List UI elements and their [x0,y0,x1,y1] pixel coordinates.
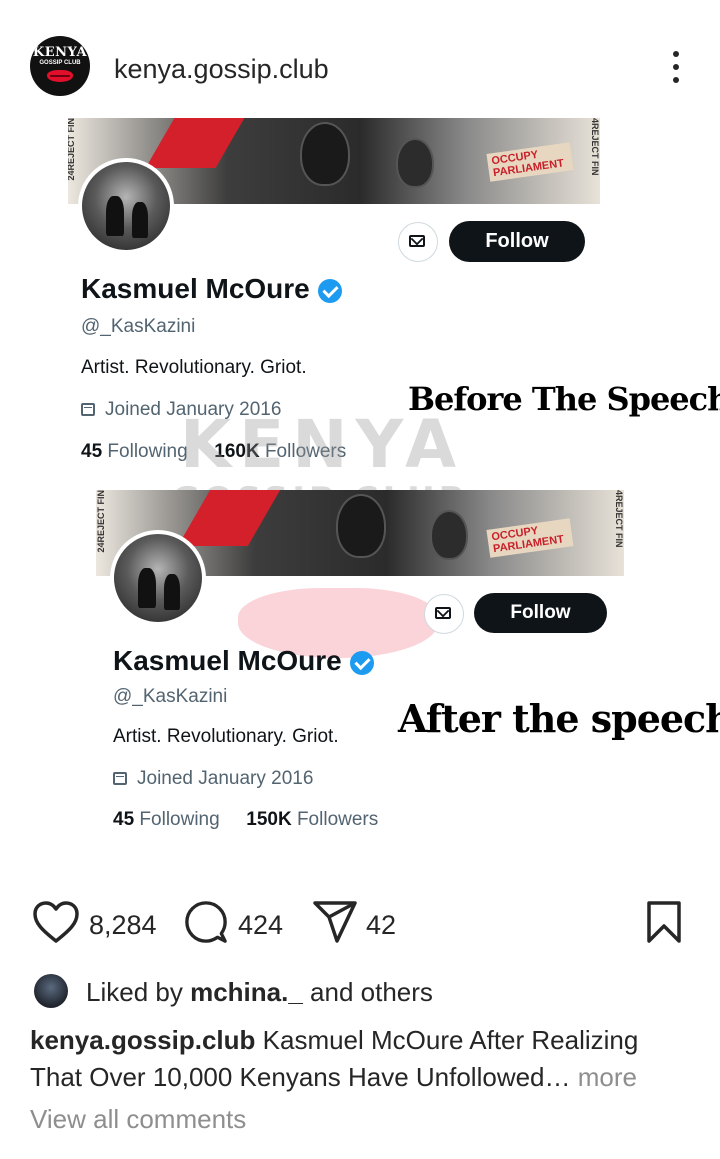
message-icon[interactable] [424,594,464,634]
profile-photo-before [78,158,174,254]
follow-stats: 45 Following 150K Followers [113,809,378,831]
share-icon[interactable] [312,900,358,944]
logo-text: KENYA [32,45,88,60]
banner-side-text: 4REJECT FIN [614,490,624,548]
logo-subtext: GOSSIP CLUB [39,60,81,66]
follow-button[interactable]: Follow [449,221,585,262]
share-count[interactable]: 42 [366,910,396,941]
account-username[interactable]: kenya.gossip.club [114,54,329,85]
bookmark-icon[interactable] [646,900,682,944]
following-label: Following [139,809,220,830]
post-actions: 8,284 424 42 [0,880,720,970]
verified-badge-icon [317,278,342,303]
followers-label: Followers [296,809,379,830]
display-name: Kasmuel McOure [113,645,374,677]
display-name-text: Kasmuel McOure [113,645,342,676]
comment-count[interactable]: 424 [238,910,283,941]
post-header: KENYA GOSSIP CLUB kenya.gossip.club [0,0,720,119]
banner-side-text: 24REJECT FIN [96,490,106,553]
display-name: Kasmuel McOure [81,273,342,305]
liker-avatar[interactable] [34,974,68,1008]
following-count: 45 [113,809,135,830]
liked-by-text: Liked by mchina._ and others [86,977,433,1008]
comment-icon[interactable] [183,900,229,944]
joined-date: Joined January 2016 [113,768,313,790]
banner-side-text: 24REJECT FIN [68,118,76,181]
caption: kenya.gossip.club Kasmuel McOure After R… [30,1022,690,1096]
after-label: After the speech [398,696,720,741]
lips-logo-icon [47,70,73,82]
following-label: Following [107,441,188,462]
message-icon[interactable] [398,222,438,262]
banner-side-text: 4REJECT FIN [590,118,600,176]
watermark-text: KENYA [180,406,465,483]
follow-button[interactable]: Follow [474,593,607,633]
handle: @_KasKazini [113,686,228,707]
account-avatar[interactable]: KENYA GOSSIP CLUB [30,36,90,96]
bio: Artist. Revolutionary. Griot. [113,726,339,747]
profile-photo-after [110,530,206,626]
heart-icon[interactable] [32,900,80,944]
like-count[interactable]: 8,284 [89,910,157,941]
more-options-icon[interactable] [664,48,688,88]
followers-count: 150K [246,809,292,830]
liker-username[interactable]: mchina._ [190,977,303,1007]
banner-poster-text: OCCUPY PARLIAMENT [486,142,574,182]
following-count: 45 [81,441,103,462]
verified-badge-icon [349,650,374,675]
view-all-comments-link[interactable]: View all comments [30,1104,246,1135]
liked-by-prefix: Liked by [86,977,183,1007]
joined-text: Joined January 2016 [137,768,314,789]
liked-by[interactable]: Liked by mchina._ and others [30,974,720,1014]
display-name-text: Kasmuel McOure [81,273,310,304]
calendar-icon [81,403,95,416]
caption-username[interactable]: kenya.gossip.club [30,1025,255,1055]
caption-more-link[interactable]: more [578,1062,637,1092]
bio: Artist. Revolutionary. Griot. [81,357,307,378]
post-image[interactable]: OCCUPY PARLIAMENT 24REJECT FIN 4REJECT F… [0,118,720,848]
banner-poster-text: OCCUPY PARLIAMENT [486,518,574,558]
calendar-icon [113,772,127,785]
liked-by-suffix[interactable]: and others [310,977,433,1007]
handle: @_KasKazini [81,316,196,337]
